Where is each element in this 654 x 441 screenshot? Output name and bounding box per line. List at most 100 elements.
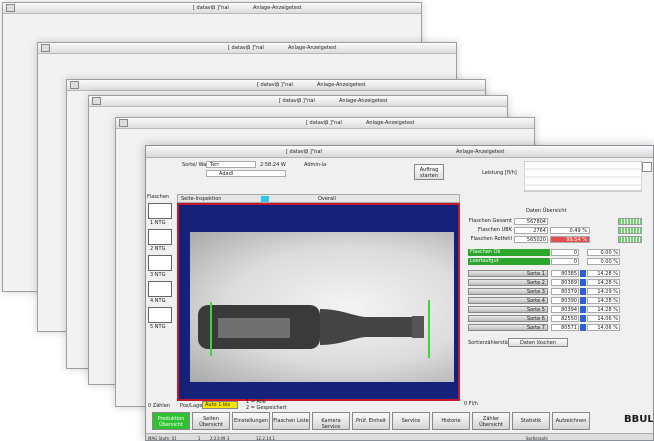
sorte-7-bar bbox=[580, 324, 586, 331]
sorte-2-value: 80389 bbox=[551, 279, 579, 286]
sorte-field[interactable]: Terr bbox=[206, 161, 256, 168]
sorte-6-value: 82550 bbox=[551, 315, 579, 322]
leerlaufgut-value: 0 bbox=[551, 258, 579, 265]
auftrag-starten-button[interactable]: Auftrag starten bbox=[414, 164, 444, 180]
position-label: Pos/Lage bbox=[180, 403, 203, 409]
sorte-4-bar bbox=[580, 297, 586, 304]
sorte-6-bar bbox=[580, 315, 586, 322]
nav-flaschen-liste[interactable]: Flaschen Liste bbox=[272, 412, 310, 430]
camera-view[interactable] bbox=[177, 203, 460, 401]
nav-einstellungen[interactable]: Einstellungen bbox=[232, 412, 270, 430]
stat-label: Flaschen Gesamt bbox=[468, 218, 512, 224]
stat-value: 2764 bbox=[514, 227, 548, 234]
nav-historie[interactable]: Historie bbox=[432, 412, 470, 430]
sorte-3-value: 80379 bbox=[551, 288, 579, 295]
auftrag-line2: starten bbox=[420, 173, 438, 179]
camera-tabbar: Seite-Inspektion Overall bbox=[177, 194, 460, 203]
nav-zaehler-uebersicht[interactable]: Zähler Übersicht bbox=[472, 412, 510, 430]
thumbnail-label-5: 5 NTG bbox=[150, 324, 166, 330]
ort-field[interactable]: Adadl bbox=[206, 170, 286, 177]
bg-title: [ dataviβ ]"naI bbox=[279, 98, 315, 104]
leerlaufgut-pct: 0.00 % bbox=[587, 258, 620, 265]
app-title: Anlage-Anzeigetest bbox=[456, 149, 505, 155]
stat-pct: 0.49 % bbox=[550, 227, 590, 234]
nav-aufzeichnen[interactable]: Aufzeichnen bbox=[552, 412, 590, 430]
thumbnail-2[interactable] bbox=[148, 229, 172, 245]
bg-app-title: Anlage-Anzeigetest bbox=[253, 5, 302, 11]
sorte-1-button[interactable]: Sorte 1 bbox=[468, 270, 548, 277]
sorte-2-button[interactable]: Sorte 2 bbox=[468, 279, 548, 286]
nav-kamera-service[interactable]: Kamera Service bbox=[312, 412, 350, 430]
nav-label-1b: Übersicht bbox=[159, 422, 183, 428]
sorte-1-value: 80385 bbox=[551, 270, 579, 277]
thumbnail-5[interactable] bbox=[148, 307, 172, 323]
bg-app-title: Anlage-Anzeigetest bbox=[339, 98, 388, 104]
nav-label-2b: Übersicht bbox=[199, 422, 223, 428]
nav-statistik[interactable]: Statistik bbox=[512, 412, 550, 430]
bottle-image bbox=[198, 300, 430, 358]
stat-value: 567804 bbox=[514, 218, 548, 225]
bg-app-title: Anlage-Anzeigetest bbox=[366, 120, 415, 126]
sorte-label: Sorte/ Wal bbox=[182, 162, 208, 168]
nav-produktion-uebersicht[interactable]: Produktion Übersicht bbox=[152, 412, 190, 430]
bg-title: [ dataviβ ]"naI bbox=[306, 120, 342, 126]
sorte-3-bar bbox=[580, 288, 586, 295]
sorte-3-button[interactable]: Sorte 3 bbox=[468, 288, 548, 295]
sorte-7-button[interactable]: Sorte 7 bbox=[468, 324, 548, 331]
brand-logo: BBULL bbox=[624, 414, 654, 425]
nav-label-9b: Übersicht bbox=[479, 422, 503, 428]
leistung-chart bbox=[524, 161, 642, 192]
leerlaufgut-label: Leerlaufgut bbox=[468, 258, 550, 265]
position-dropdown[interactable]: Auto 1 bis bbox=[202, 401, 238, 409]
bg-app-title: Anlage-Anzeigetest bbox=[317, 82, 366, 88]
sorte-4-button[interactable]: Sorte 4 bbox=[468, 297, 548, 304]
status-item: MAG Stufe: 01 bbox=[148, 436, 177, 441]
leistung-unit-label: 0 Fl/h bbox=[464, 401, 478, 407]
sorte-6-button[interactable]: Sorte 6 bbox=[468, 315, 548, 322]
cam-status-icon bbox=[261, 196, 269, 202]
zaehlen-label: 0 Zählen bbox=[148, 403, 171, 409]
time-label: 2:58:24 W bbox=[260, 162, 286, 168]
window-title: [ dataviβ ]"naI bbox=[286, 149, 322, 155]
stat-bar bbox=[618, 218, 642, 225]
sorte-4-value: 80390 bbox=[551, 297, 579, 304]
thumbnail-4[interactable] bbox=[148, 281, 172, 297]
sorte-3-pct: 14.29 % bbox=[587, 288, 620, 295]
status-item: 12.2.14.1 bbox=[256, 436, 276, 441]
stat-row-gesamt: Flaschen Gesamt 567804 bbox=[468, 218, 643, 226]
sorte-5-bar bbox=[580, 306, 586, 313]
print-icon[interactable] bbox=[642, 162, 652, 172]
stat-value: 565020 bbox=[514, 236, 548, 243]
chk-gespeichert[interactable]: 2 = Gespeichert bbox=[246, 405, 287, 411]
sorte-5-pct: 14.28 % bbox=[587, 306, 620, 313]
bg-title: [ dataviβ ]"naI bbox=[257, 82, 293, 88]
nav-service[interactable]: Service bbox=[392, 412, 430, 430]
nav-seiten-uebersicht[interactable]: Seiten Übersicht bbox=[192, 412, 230, 430]
tab-seite-inspektion[interactable]: Seite-Inspektion bbox=[181, 196, 221, 202]
status-item: 2:23:49 3 bbox=[210, 436, 230, 441]
daten-loeschen-button[interactable]: Daten löschen bbox=[508, 338, 568, 347]
bg-title: [ dataviβ ]"naI bbox=[228, 45, 264, 51]
thumbnail-label-4: 4 NTG bbox=[150, 298, 166, 304]
tab-overall[interactable]: Overall bbox=[318, 196, 336, 202]
sorte-5-button[interactable]: Sorte 5 bbox=[468, 306, 548, 313]
thumbnail-3[interactable] bbox=[148, 255, 172, 271]
stat-row-ubk: Flaschen UBK 2764 0.49 % bbox=[468, 227, 643, 235]
status-item: Sortierzahl bbox=[526, 436, 548, 441]
stat-label: Flaschen Rotfehl bbox=[470, 236, 512, 242]
admin-label: Admin-la bbox=[304, 162, 327, 168]
stats-header: Daten Übersicht bbox=[526, 208, 567, 214]
sorte-2-bar bbox=[580, 279, 586, 286]
flaschen-ok-label: Flaschen Ok bbox=[468, 249, 550, 256]
flaschen-ok-value: 0 bbox=[551, 249, 579, 256]
nav-pruef-einheit[interactable]: Prüf. Einheit bbox=[352, 412, 390, 430]
flaschen-ok-pct: 0.00 % bbox=[587, 249, 620, 256]
camera-image bbox=[190, 232, 454, 382]
stat-bar bbox=[618, 227, 642, 234]
stat-row-rotfehl: Flaschen Rotfehl 565020 99.54 % bbox=[468, 236, 643, 244]
ort-value: Adadl bbox=[219, 171, 234, 177]
thumbnail-1[interactable] bbox=[148, 203, 172, 219]
sorte-value: Terr bbox=[210, 162, 220, 168]
bg-title: [ dataviβ ]"naI bbox=[193, 5, 229, 11]
sorte-1-bar bbox=[580, 270, 586, 277]
